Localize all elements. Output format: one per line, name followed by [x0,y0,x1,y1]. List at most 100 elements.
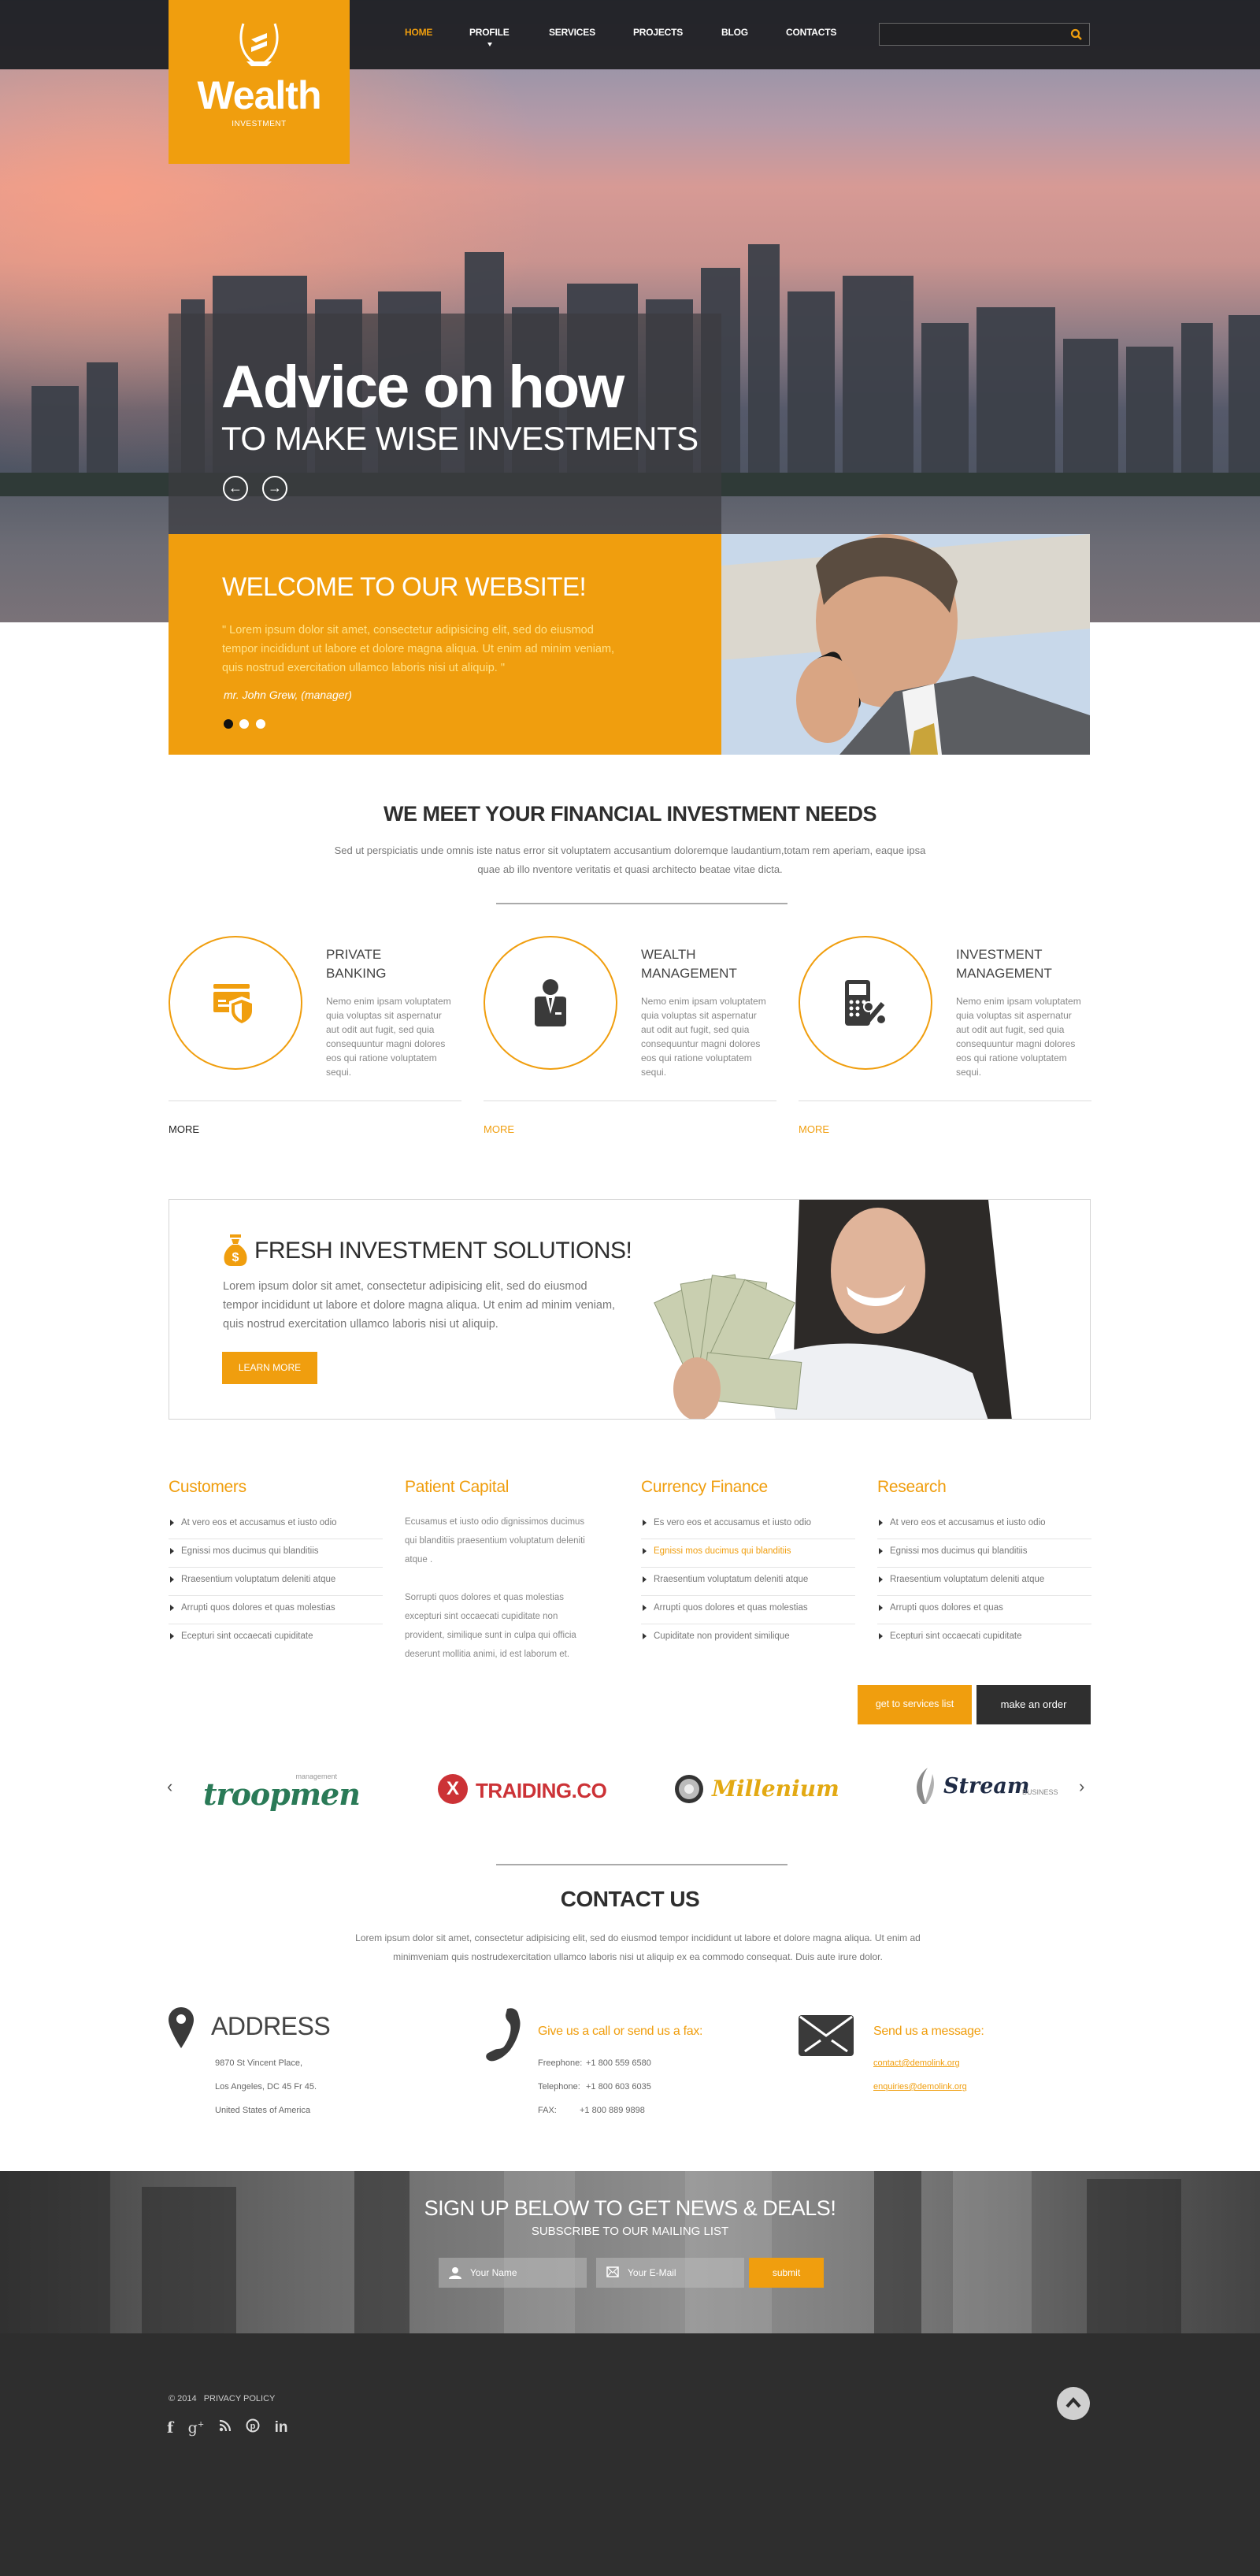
feature-more-link[interactable]: MORE [169,1123,199,1135]
signup-subtitle: SUBSCRIBE TO OUR MAILING LIST [531,2225,729,2238]
sunburst-logo-icon [675,1775,703,1803]
list-item[interactable]: Ecepturi sint occaecati cupiditate [169,1624,383,1653]
partner-logo-troopmen[interactable]: management troopmen [203,1772,361,1810]
nav-services[interactable]: SERVICES [549,27,595,38]
learn-more-button[interactable]: LEARN MORE [222,1352,317,1384]
signup-title: SIGN UP BELOW TO GET NEWS & DEALS! [424,2196,836,2220]
list-item[interactable]: Arrupti quos dolores et quas molestias [169,1596,383,1624]
list-item[interactable]: Arrupti quos dolores et quas molestias [641,1596,855,1624]
list-item[interactable]: Rraesentium voluptatum deleniti atque [877,1568,1091,1596]
feature-icon-circle [169,936,302,1070]
search-input[interactable] [880,24,1065,45]
list-item[interactable]: Egnissi mos ducimus qui blanditiis [877,1539,1091,1568]
list-item[interactable]: At vero eos et accusamus et iusto odio [877,1511,1091,1539]
freephone-label: Freephone: [538,2058,583,2068]
contact-description: Lorem ipsum dolor sit amet, consectetur … [355,1932,921,1962]
list-item-active[interactable]: Egnissi mos ducimus qui blanditiis [641,1539,855,1568]
brand-tagline: INVESTMENT [232,120,287,128]
hero-title: Advice on how [221,354,624,421]
submit-button[interactable]: submit [749,2258,824,2288]
hero-subtitle: TO MAKE WISE INVESTMENTS [221,420,699,457]
feature-icon-circle [484,936,617,1070]
email-input[interactable] [628,2258,738,2288]
social-links: f g+ p in [167,2418,298,2437]
pagination-dot-1[interactable] [224,719,233,729]
fresh-title: FRESH INVESTMENT SOLUTIONS! [254,1238,632,1264]
phone-title: Give us a call or send us a fax: [538,2025,703,2038]
list-item[interactable]: At vero eos et accusamus et iusto odio [169,1511,383,1539]
email-link-enquiries[interactable]: enquiries@demolink.org [873,2082,967,2092]
address-line: United States of America [215,2106,311,2115]
envelope-icon [799,2015,854,2056]
feature-description: Nemo enim ipsam voluptatem quia voluptas… [956,996,1081,1078]
currency-list: Es vero eos et accusamus et iusto odio E… [641,1511,855,1653]
pinterest-icon[interactable]: p [246,2418,260,2437]
list-item[interactable]: Es vero eos et accusamus et iusto odio [641,1511,855,1539]
feature-title: PRIVATE BANKING [326,947,387,981]
message-title: Send us a message: [873,2025,984,2038]
chevron-down-icon [487,43,492,46]
name-field [439,2258,587,2288]
section-divider [496,903,788,904]
nav-home[interactable]: HOME [405,27,432,38]
make-order-button[interactable]: make an order [976,1685,1091,1724]
slider-prev-button[interactable]: ← [223,476,248,501]
search-icon[interactable] [1070,28,1083,41]
feature-more-link[interactable]: MORE [799,1123,829,1135]
copyright-year: © 2014 [169,2394,197,2403]
newsletter-signup: SIGN UP BELOW TO GET NEWS & DEALS! SUBSC… [0,2171,1260,2333]
arrow-left-icon: ← [228,480,243,496]
chevron-left-icon[interactable]: ‹ [167,1776,172,1797]
linkedin-icon[interactable]: in [275,2419,288,2437]
facebook-icon[interactable]: f [167,2419,173,2437]
list-item[interactable]: Ecepturi sint occaecati cupiditate [877,1624,1091,1653]
nav-projects[interactable]: PROJECTS [633,27,683,38]
address-line: 9870 St Vincent Place, [215,2058,303,2068]
rss-icon[interactable] [219,2419,232,2437]
telephone-number[interactable]: +1 800 603 6035 [586,2082,651,2092]
buildings-background-image [0,2171,1181,2333]
nav-contacts[interactable]: CONTACTS [786,27,836,38]
patient-capital-paragraph: Sorrupti quos dolores et quas molestias … [405,1593,576,1659]
feature-description: Nemo enim ipsam voluptatem quia voluptas… [326,996,451,1078]
partner-logo-traiding[interactable]: X TRAIDING.CO [438,1774,607,1806]
calculator-percent-icon [845,980,887,1026]
partner-logo-stream[interactable]: Stream BUSINESS [912,1768,1069,1807]
card-shield-icon [213,984,254,1026]
feature-title: WEALTH MANAGEMENT [641,947,737,981]
email-link-contact[interactable]: contact@demolink.org [873,2058,960,2068]
map-pin-icon [169,2007,194,2048]
freephone-number[interactable]: +1 800 559 6580 [586,2058,651,2068]
customers-list: At vero eos et accusamus et iusto odio E… [169,1511,383,1653]
testimonial-pagination [224,718,269,733]
leaf-logo-icon [917,1768,934,1804]
column-title: Currency Finance [641,1478,768,1496]
list-item[interactable]: Rraesentium voluptatum deleniti atque [641,1568,855,1596]
woman-with-money-photo [642,1200,1090,1419]
footer: © 2014 PRIVACY POLICY f g+ p in [0,2333,1260,2576]
chevron-right-icon[interactable]: › [1079,1776,1084,1797]
list-item[interactable]: Rraesentium voluptatum deleniti atque [169,1568,383,1596]
brand-logo[interactable]: Wealth INVESTMENT [169,0,350,164]
copyright: © 2014 PRIVACY POLICY [169,2394,275,2403]
back-to-top-button[interactable] [1057,2387,1090,2420]
google-plus-icon[interactable]: g+ [188,2419,205,2437]
feature-description: Nemo enim ipsam voluptatem quia voluptas… [641,996,766,1078]
list-item[interactable]: Arrupti quos dolores et quas [877,1596,1091,1624]
privacy-policy-link[interactable]: PRIVACY POLICY [204,2394,276,2403]
services-list-button[interactable]: get to services list [858,1685,972,1724]
partner-logo-millenium[interactable]: Millenium [674,1774,839,1806]
list-item[interactable]: Cupiditate non provident similique [641,1624,855,1653]
fax-number: +1 800 889 9898 [580,2106,645,2115]
column-title: Customers [169,1478,246,1496]
feature-more-link[interactable]: MORE [484,1123,514,1135]
pagination-dot-2[interactable] [239,719,250,729]
nav-blog[interactable]: BLOG [721,27,748,38]
pagination-dot-3[interactable] [255,719,265,729]
arrow-right-icon: → [268,480,282,496]
name-input[interactable] [470,2258,580,2288]
list-item[interactable]: Egnissi mos ducimus qui blanditiis [169,1539,383,1568]
slider-next-button[interactable]: → [262,476,287,501]
nav-profile[interactable]: PROFILE [469,27,510,38]
chevron-up-icon [1065,2396,1081,2408]
